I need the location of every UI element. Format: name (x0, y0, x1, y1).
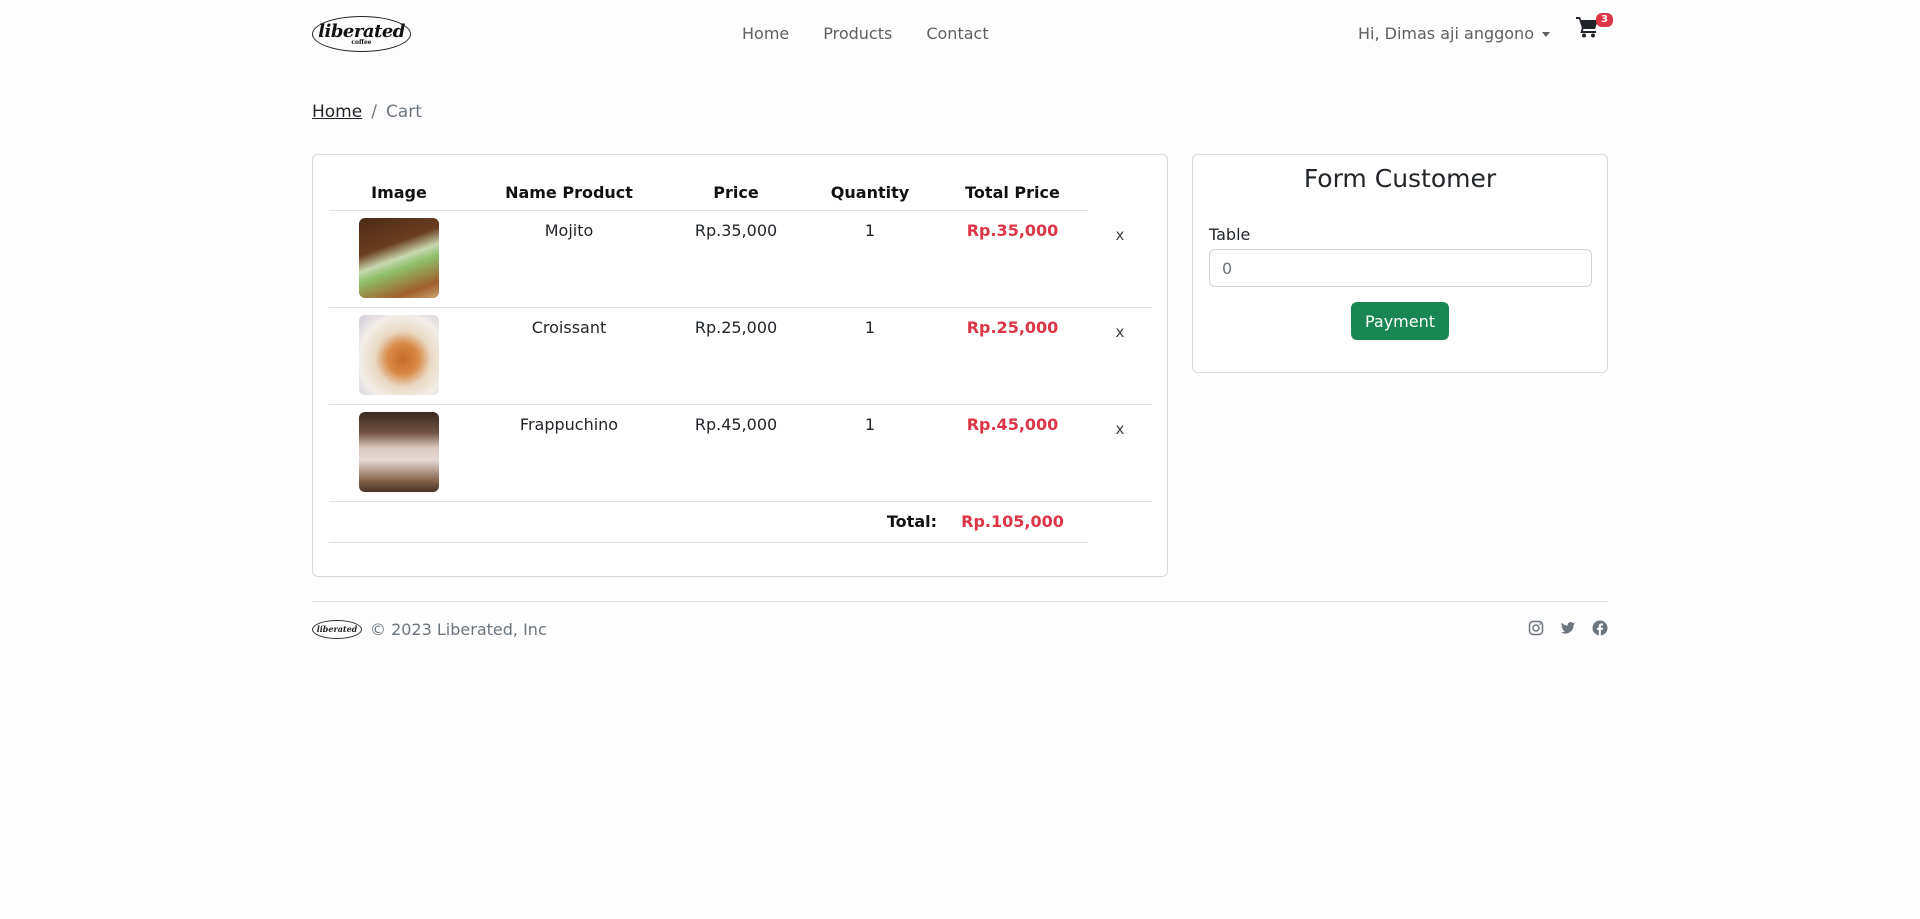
navbar: liberated coffee Home Products Contact H… (312, 0, 1613, 68)
brand-logo[interactable]: liberated coffee (312, 16, 411, 52)
remove-item-button[interactable]: x (1088, 211, 1152, 307)
twitter-icon[interactable] (1560, 620, 1576, 636)
product-name: Croissant (531, 318, 607, 337)
user-menu-dropdown[interactable]: Hi, Dimas aji anggono (1358, 22, 1550, 46)
user-greeting: Hi, Dimas aji anggono (1358, 24, 1534, 43)
table-header: Image Name Product Price Quantity Total … (329, 171, 1088, 211)
instagram-icon[interactable] (1528, 620, 1544, 636)
cart-card: Image Name Product Price Quantity Total … (312, 154, 1168, 577)
nav-link-contact[interactable]: Contact (909, 22, 1005, 46)
cart-count-badge: 3 (1596, 13, 1613, 27)
nav-link-home[interactable]: Home (742, 22, 806, 46)
product-total: Rp.35,000 (966, 221, 1059, 240)
product-image (359, 315, 439, 395)
total-row: Total: Rp.105,000 (329, 502, 1088, 543)
header-price: Price (713, 183, 759, 202)
footer-logo[interactable]: liberated (312, 620, 362, 639)
social-links (1528, 620, 1608, 636)
product-total: Rp.45,000 (966, 415, 1059, 434)
product-quantity: 1 (864, 415, 876, 434)
form-title: Form Customer (1303, 164, 1497, 193)
product-name: Frappuchino (519, 415, 619, 434)
cart-icon (1576, 17, 1600, 42)
product-price: Rp.45,000 (694, 415, 778, 434)
header-quantity: Quantity (830, 183, 910, 202)
table-label: Table (1209, 225, 1251, 244)
header-total-price: Total Price (965, 183, 1060, 202)
logo-subtext: coffee (351, 38, 372, 46)
breadcrumb: Home / Cart (312, 100, 422, 124)
product-name: Mojito (544, 221, 594, 240)
table-number-input[interactable] (1209, 249, 1592, 287)
table-row: Mojito Rp.35,000 1 Rp.35,000 x (329, 211, 1152, 308)
table-row: Frappuchino Rp.45,000 1 Rp.45,000 x (329, 405, 1152, 502)
nav-link-products[interactable]: Products (806, 22, 909, 46)
caret-down-icon (1541, 31, 1550, 37)
product-image (359, 218, 439, 298)
product-total: Rp.25,000 (966, 318, 1059, 337)
payment-button[interactable]: Payment (1351, 302, 1449, 340)
breadcrumb-home-link[interactable]: Home (312, 100, 362, 124)
product-price: Rp.35,000 (694, 221, 778, 240)
total-value: Rp.105,000 (961, 512, 1064, 531)
total-label: Total: (886, 512, 937, 531)
breadcrumb-separator: / (371, 102, 377, 122)
facebook-icon[interactable] (1592, 620, 1608, 636)
nav-links: Home Products Contact (742, 22, 1006, 46)
form-customer-card: Form Customer Table Payment (1192, 154, 1608, 373)
product-quantity: 1 (864, 221, 876, 240)
product-price: Rp.25,000 (694, 318, 778, 337)
logo-text: liberated (318, 20, 405, 42)
product-image (359, 412, 439, 492)
copyright-text: © 2023 Liberated, Inc (370, 620, 547, 639)
breadcrumb-current: Cart (385, 102, 422, 122)
remove-item-button[interactable]: x (1088, 308, 1152, 404)
header-name-product: Name Product (505, 183, 633, 202)
footer-divider (312, 601, 1608, 602)
header-image: Image (371, 183, 427, 202)
cart-button[interactable]: 3 (1576, 13, 1613, 42)
remove-item-button[interactable]: x (1088, 405, 1152, 501)
table-row: Croissant Rp.25,000 1 Rp.25,000 x (329, 308, 1152, 405)
cart-table: Image Name Product Price Quantity Total … (329, 171, 1152, 543)
product-quantity: 1 (864, 318, 876, 337)
